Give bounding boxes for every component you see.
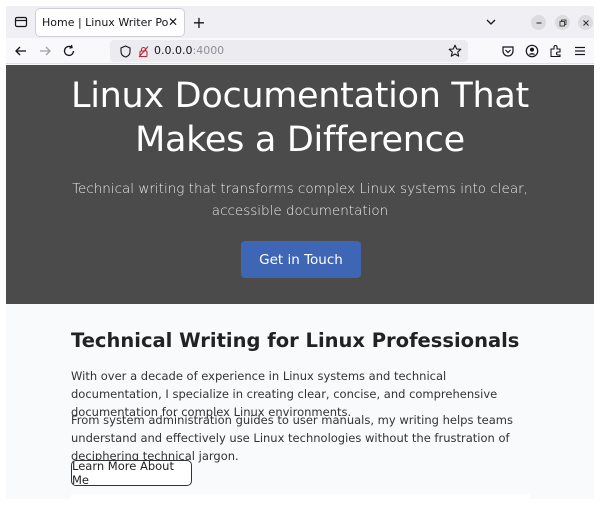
intro-heading: Technical Writing for Linux Professional… xyxy=(71,329,520,352)
tab-title: Home | Linux Writer Portfolio xyxy=(42,16,168,29)
tab-strip: Home | Linux Writer Portfolio ✕ + xyxy=(6,6,594,38)
url-port: :4000 xyxy=(192,44,225,57)
minimize-icon[interactable] xyxy=(531,15,546,30)
extensions-icon[interactable] xyxy=(547,42,565,60)
hero-title-line1: Linux Documentation That xyxy=(71,76,529,116)
hero-subtitle: Technical writing that transforms comple… xyxy=(72,181,528,219)
address-bar[interactable]: 0.0.0.0:4000 xyxy=(110,40,468,62)
page-viewport: Linux Documentation That Makes a Differe… xyxy=(6,65,594,499)
new-tab-icon[interactable]: + xyxy=(189,12,209,32)
forward-arrow-icon[interactable] xyxy=(36,42,54,60)
tab-list-icon[interactable] xyxy=(12,13,30,31)
navigation-toolbar: 0.0.0.0:4000 xyxy=(6,38,594,64)
url-text: 0.0.0.0:4000 xyxy=(154,44,224,57)
insecure-connection-icon[interactable] xyxy=(134,42,152,60)
learn-more-button[interactable]: Learn More About Me xyxy=(71,459,192,487)
hero-title: Linux Documentation That Makes a Differe… xyxy=(6,74,594,162)
account-icon[interactable] xyxy=(523,42,541,60)
chevron-down-icon[interactable] xyxy=(482,13,500,31)
browser-window: Home | Linux Writer Portfolio ✕ + xyxy=(6,6,594,499)
browser-tab[interactable]: Home | Linux Writer Portfolio ✕ xyxy=(36,9,184,36)
hero-section: Linux Documentation That Makes a Differe… xyxy=(6,65,594,304)
get-in-touch-button[interactable]: Get in Touch xyxy=(241,241,361,278)
menu-icon[interactable] xyxy=(571,42,589,60)
next-section-card xyxy=(71,494,530,499)
reload-icon[interactable] xyxy=(60,42,78,60)
tab-close-icon[interactable]: ✕ xyxy=(166,15,180,29)
hero-title-line2: Makes a Difference xyxy=(135,120,465,160)
restore-icon[interactable] xyxy=(555,15,570,30)
back-arrow-icon[interactable] xyxy=(12,42,30,60)
shield-icon[interactable] xyxy=(116,42,134,60)
url-host: 0.0.0.0 xyxy=(154,44,193,57)
pocket-icon[interactable] xyxy=(499,42,517,60)
window-close-icon[interactable] xyxy=(578,15,593,30)
bookmark-star-icon[interactable] xyxy=(446,42,464,60)
intro-paragraph-2: From system administration guides to use… xyxy=(71,413,513,463)
